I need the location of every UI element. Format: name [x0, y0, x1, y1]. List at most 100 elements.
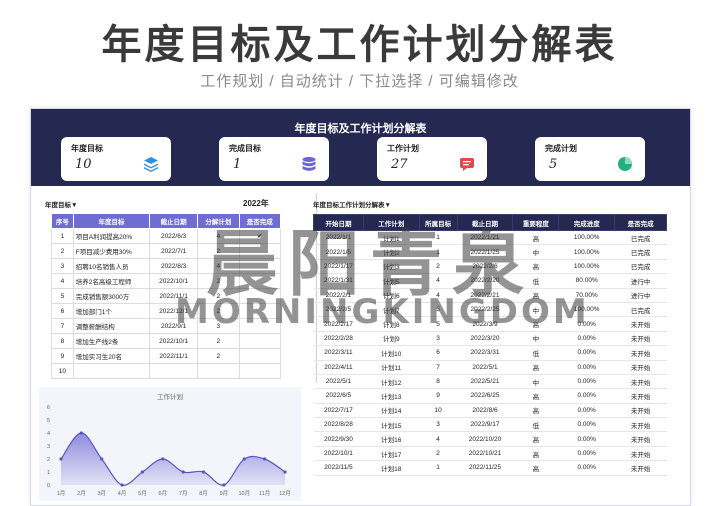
table-cell[interactable]: 计划18	[363, 460, 420, 476]
table-cell[interactable]: 0.00%	[558, 446, 615, 462]
table-cell[interactable]: 0.00%	[558, 345, 615, 361]
table-cell[interactable]: 已完成	[614, 302, 667, 318]
table-cell[interactable]: 0.00%	[558, 331, 615, 347]
table-cell[interactable]: 已完成	[614, 230, 667, 246]
table-cell[interactable]: 3	[51, 258, 74, 274]
table-cell[interactable]: 100.00%	[558, 230, 615, 246]
table-cell[interactable]: 8	[419, 374, 458, 390]
table-cell[interactable]	[238, 363, 282, 379]
table-cell[interactable]: 未开始	[614, 374, 667, 390]
table-cell[interactable]: 3	[419, 331, 458, 347]
table-cell[interactable]: 高	[512, 388, 559, 404]
table-cell[interactable]: 2022/4/11	[313, 360, 364, 375]
table-cell[interactable]: 1	[51, 228, 74, 244]
table-cell[interactable]: 2022/10/1	[149, 333, 199, 349]
table-cell[interactable]: 2022/10/20	[457, 431, 513, 447]
table-cell[interactable]: 计划13	[363, 388, 420, 404]
table-cell[interactable]: 计划9	[363, 331, 420, 347]
table-cell[interactable]: 未开始	[614, 331, 667, 347]
table-cell[interactable]: 2022/3/11	[313, 345, 364, 361]
table-cell[interactable]: 2022/8/6	[457, 403, 513, 419]
table-cell[interactable]: 2022/9/30	[313, 431, 364, 447]
table-cell[interactable]	[149, 363, 199, 379]
table-cell[interactable]: 增加生产线2条	[72, 333, 151, 349]
table-cell[interactable]: 未开始	[614, 403, 667, 419]
table-cell[interactable]: 100.00%	[558, 244, 615, 260]
table-cell[interactable]: 4	[51, 273, 74, 289]
table-cell[interactable]: 完成销售额3000万	[72, 288, 151, 304]
table-cell[interactable]: 2022/8/28	[313, 417, 364, 433]
table-cell[interactable]: 计划14	[363, 403, 420, 419]
table-cell[interactable]: 计划12	[363, 374, 420, 390]
table-cell[interactable]: 2022/11/5	[313, 460, 364, 476]
table-cell[interactable]: 7	[419, 360, 458, 375]
table-cell[interactable]: 中	[512, 331, 559, 347]
table-cell[interactable]: 2	[197, 348, 240, 364]
table-cell[interactable]: 8	[51, 333, 74, 349]
table-cell[interactable]: 未开始	[614, 388, 667, 404]
table-cell[interactable]: 2022/10/21	[457, 446, 513, 462]
table-cell[interactable]: 高	[512, 446, 559, 462]
table-cell[interactable]: 计划15	[363, 417, 420, 433]
table-cell[interactable]: 9	[51, 348, 74, 364]
table-cell[interactable]: 0.00%	[558, 417, 615, 433]
table-cell[interactable]: 6	[419, 345, 458, 361]
table-cell[interactable]: 高	[512, 460, 559, 476]
table-cell[interactable]: 0.00%	[558, 374, 615, 390]
table-cell[interactable]: 未开始	[614, 360, 667, 375]
table-cell[interactable]: 高	[512, 403, 559, 419]
table-cell[interactable]	[238, 333, 282, 349]
table-cell[interactable]	[238, 348, 282, 364]
table-cell[interactable]: 2022/5/21	[457, 374, 513, 390]
table-cell[interactable]: 2022/2/28	[313, 331, 364, 347]
table-cell[interactable]: 5	[51, 288, 74, 304]
table-cell[interactable]: 2022/3/31	[457, 345, 513, 361]
table-cell[interactable]: 增加实习生20名	[72, 348, 151, 364]
table-cell[interactable]: 0.00%	[558, 388, 615, 404]
table-cell[interactable]: 培养2名高级工程师	[72, 273, 151, 289]
table-cell[interactable]: 80.00%	[558, 273, 615, 289]
table-cell[interactable]: 7	[51, 318, 74, 334]
table-cell[interactable]: 高	[512, 431, 559, 447]
table-cell[interactable]: 2	[51, 243, 74, 259]
table-cell[interactable]: 已完成	[614, 259, 667, 275]
table-cell[interactable]: 0.00%	[558, 403, 615, 419]
table-cell[interactable]: 2	[197, 333, 240, 349]
table-cell[interactable]: 未开始	[614, 316, 667, 332]
goal-selector-dropdown[interactable]: 年度目标▼	[45, 199, 77, 209]
table-cell[interactable]: 调整薪酬结构	[72, 318, 151, 334]
table-cell[interactable]: 2022/5/1	[313, 374, 364, 390]
table-cell[interactable]: 3	[419, 417, 458, 433]
table-cell[interactable]: 9	[419, 388, 458, 404]
table-cell[interactable]: 进行中	[614, 288, 667, 303]
table-cell[interactable]: 计划16	[363, 431, 420, 447]
table-cell[interactable]: 招聘10名销售人员	[72, 258, 151, 274]
table-cell[interactable]: 低	[512, 417, 559, 433]
table-cell[interactable]: 低	[512, 345, 559, 361]
table-cell[interactable]: 2	[419, 446, 458, 462]
table-cell[interactable]: 已完成	[614, 244, 667, 260]
table-cell[interactable]: 0.00%	[558, 360, 615, 375]
table-cell[interactable]: 4	[419, 431, 458, 447]
table-cell[interactable]: 6	[51, 303, 74, 319]
table-cell[interactable]: F项目减少费用30%	[72, 243, 151, 259]
table-cell[interactable]: 2022/11/25	[457, 460, 513, 476]
table-cell[interactable]: 计划17	[363, 446, 420, 462]
table-cell[interactable]: 2022/9/17	[457, 417, 513, 433]
table-cell[interactable]: 中	[512, 374, 559, 390]
table-cell[interactable]: 项目A利润提高20%	[72, 228, 151, 244]
table-cell[interactable]: 2022/11/1	[149, 348, 199, 364]
table-cell[interactable]: 0.00%	[558, 460, 615, 476]
table-cell[interactable]: 未开始	[614, 345, 667, 361]
table-cell[interactable]: 2022/10/1	[313, 446, 364, 462]
table-cell[interactable]	[197, 363, 240, 379]
table-cell[interactable]: 未开始	[614, 460, 667, 476]
table-cell[interactable]: 未开始	[614, 431, 667, 447]
table-cell[interactable]: 2022/3/20	[457, 331, 513, 347]
table-cell[interactable]: 10	[419, 403, 458, 419]
table-cell[interactable]: 0.00%	[558, 431, 615, 447]
table-cell[interactable]: 2022/7/17	[313, 403, 364, 419]
table-cell[interactable]: 1	[419, 460, 458, 476]
table-cell[interactable]: 计划10	[363, 345, 420, 361]
table-cell[interactable]: 未开始	[614, 417, 667, 433]
